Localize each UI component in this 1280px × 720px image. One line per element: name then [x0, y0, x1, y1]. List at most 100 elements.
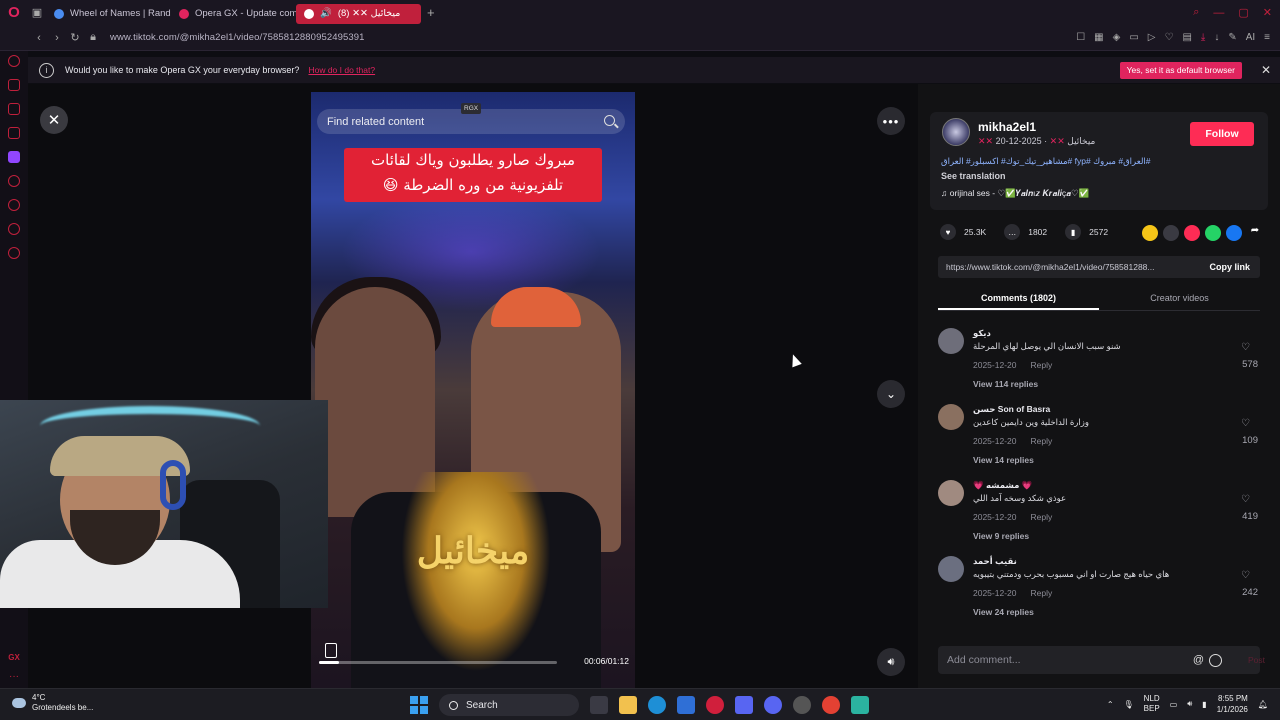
- view-replies-button[interactable]: View 24 replies: [973, 607, 1034, 617]
- share-arrow-icon[interactable]: ➦: [1247, 225, 1263, 241]
- ai-label[interactable]: AI: [1246, 32, 1255, 43]
- steam-icon[interactable]: [793, 696, 811, 714]
- comment-like-icon[interactable]: ♡: [1241, 342, 1250, 353]
- comment-like-icon[interactable]: ♡: [1241, 418, 1250, 429]
- commenter-avatar[interactable]: [938, 328, 964, 354]
- close-window-button[interactable]: ✕: [1263, 6, 1272, 19]
- opera-gx-icon[interactable]: [706, 696, 724, 714]
- add-comment-input[interactable]: Add comment... @: [938, 646, 1260, 674]
- heart-icon[interactable]: ♡: [1164, 32, 1173, 43]
- emoji-icon[interactable]: [1209, 653, 1222, 667]
- commenter-avatar[interactable]: [938, 480, 964, 506]
- downloads-icon[interactable]: ⤓: [1201, 32, 1205, 43]
- sound-link[interactable]: ♫ orijinal ses - ♡✅𝒀𝒂𝒍𝒏ı𝒛 𝑲𝒓𝒂𝒍𝒊ç𝒂♡✅: [941, 188, 1089, 199]
- new-tab-button[interactable]: +: [427, 5, 435, 20]
- comment-icon[interactable]: …: [1004, 224, 1021, 240]
- discord-app-icon[interactable]: [764, 696, 782, 714]
- commenter-avatar[interactable]: [938, 404, 964, 430]
- more-options-button[interactable]: •••: [877, 107, 905, 135]
- download-icon[interactable]: ↓: [1214, 32, 1219, 43]
- video-player[interactable]: ميخائيل Find related content RGX مبروك ص…: [311, 92, 635, 688]
- opera-logo[interactable]: O: [0, 0, 28, 25]
- creator-avatar[interactable]: [942, 118, 970, 146]
- shield-icon[interactable]: ◈: [1113, 32, 1121, 43]
- document-icon[interactable]: [325, 643, 337, 658]
- store-icon[interactable]: [677, 696, 695, 714]
- reply-button[interactable]: Reply: [1030, 360, 1052, 370]
- commenter-name[interactable]: نقيب أحمد: [973, 556, 1017, 567]
- set-default-button[interactable]: Yes, set it as default browser: [1119, 61, 1242, 79]
- tab-wheel-of-names[interactable]: Wheel of Names | Random: [46, 4, 171, 24]
- bookmark-icon[interactable]: ☐: [1076, 32, 1085, 43]
- close-video-button[interactable]: ✕: [40, 106, 68, 134]
- play-icon[interactable]: ▷: [1148, 32, 1156, 43]
- follow-button[interactable]: Follow: [1190, 122, 1254, 146]
- screenshot-icon[interactable]: ▦: [1094, 32, 1103, 43]
- edge-icon[interactable]: [648, 696, 666, 714]
- reply-button[interactable]: Reply: [1030, 436, 1052, 446]
- pen-icon[interactable]: ✎: [1228, 32, 1236, 43]
- gx-control-icon[interactable]: [8, 55, 20, 67]
- chrome-icon[interactable]: [822, 696, 840, 714]
- video-popout-icon[interactable]: ▭: [1129, 32, 1138, 43]
- like-icon[interactable]: ♥: [940, 224, 956, 240]
- commenter-avatar[interactable]: [938, 556, 964, 582]
- history-icon[interactable]: [8, 199, 20, 211]
- send-icon[interactable]: [1184, 225, 1200, 241]
- commenter-name[interactable]: 💗 مشمشه 💗: [973, 480, 1032, 491]
- how-link[interactable]: How do I do that?: [308, 65, 375, 75]
- next-video-button[interactable]: ⌄: [877, 380, 905, 408]
- view-replies-button[interactable]: View 14 replies: [973, 455, 1034, 465]
- chevron-up-icon[interactable]: ⌃: [1107, 700, 1114, 709]
- language-indicator[interactable]: NLD BEP: [1144, 694, 1160, 714]
- forward-button[interactable]: ›: [48, 32, 66, 44]
- microphone-icon[interactable]: 🎙︎: [1124, 700, 1134, 709]
- commenter-name[interactable]: ديكو: [973, 328, 991, 339]
- chat-icon[interactable]: [8, 223, 20, 235]
- tab-tiktok[interactable]: 🔊 (8) ✕✕ ميخائيل: [296, 3, 421, 24]
- view-replies-button[interactable]: View 114 replies: [973, 379, 1038, 389]
- bookmark-save-icon[interactable]: ▮: [1065, 224, 1082, 240]
- url-field[interactable]: www.tiktok.com/@mikha2el1/video/75858128…: [110, 32, 365, 43]
- comment-like-icon[interactable]: ♡: [1241, 494, 1250, 505]
- commenter-name[interactable]: حسن Son of Basra: [973, 404, 1050, 415]
- box-icon[interactable]: ▤: [1182, 32, 1191, 43]
- news-icon[interactable]: [8, 127, 20, 139]
- weather-widget[interactable]: 4°C Grotendeels be...: [12, 693, 93, 713]
- video-link[interactable]: https://www.tiktok.com/@mikha2el1/video/…: [946, 262, 1155, 272]
- close-banner-icon[interactable]: ✕: [1261, 63, 1271, 77]
- obs-icon[interactable]: [735, 696, 753, 714]
- clock[interactable]: 8:55 PM 1/1/2026: [1217, 693, 1248, 715]
- maximize-button[interactable]: ▢: [1238, 6, 1248, 19]
- video-progress-bar[interactable]: [319, 661, 557, 664]
- player-icon[interactable]: [8, 175, 20, 187]
- rgx-badge[interactable]: RGX: [461, 103, 482, 114]
- battery-icon[interactable]: ▮: [1202, 700, 1206, 709]
- reply-button[interactable]: Reply: [1030, 588, 1052, 598]
- comment-like-icon[interactable]: ♡: [1241, 570, 1250, 581]
- whatsapp-icon[interactable]: [1205, 225, 1221, 241]
- mention-icon[interactable]: @: [1193, 654, 1204, 666]
- embed-icon[interactable]: [1163, 225, 1179, 241]
- tab-opera-gx-update[interactable]: Opera GX - Update comp: [171, 4, 296, 24]
- view-replies-button[interactable]: View 9 replies: [973, 531, 1029, 541]
- windows-start-icon[interactable]: [410, 696, 428, 714]
- twitch-icon[interactable]: [8, 151, 20, 163]
- search-icon[interactable]: [604, 115, 615, 126]
- post-comment-button[interactable]: Post: [1248, 655, 1265, 665]
- back-button[interactable]: ‹: [30, 32, 48, 44]
- network-icon[interactable]: ▭: [1170, 700, 1178, 709]
- volume-tray-icon[interactable]: 🔊︎: [1187, 699, 1192, 709]
- speaker-icon[interactable]: 🔊: [320, 8, 332, 19]
- repost-icon[interactable]: [1142, 225, 1158, 241]
- search-tabs-icon[interactable]: ⌕: [1193, 6, 1199, 19]
- tab-comments[interactable]: Comments (1802): [938, 289, 1099, 310]
- notifications-icon[interactable]: 🔔︎: [1258, 700, 1268, 709]
- reload-button[interactable]: ↻: [66, 31, 84, 44]
- bag-icon[interactable]: [8, 79, 20, 91]
- facebook-icon[interactable]: [1226, 225, 1242, 241]
- see-translation-link[interactable]: See translation: [941, 171, 1006, 181]
- menu-icon[interactable]: ≡: [1264, 32, 1270, 43]
- more-icon[interactable]: ···: [9, 671, 19, 682]
- copy-link-button[interactable]: Copy link: [1209, 262, 1250, 272]
